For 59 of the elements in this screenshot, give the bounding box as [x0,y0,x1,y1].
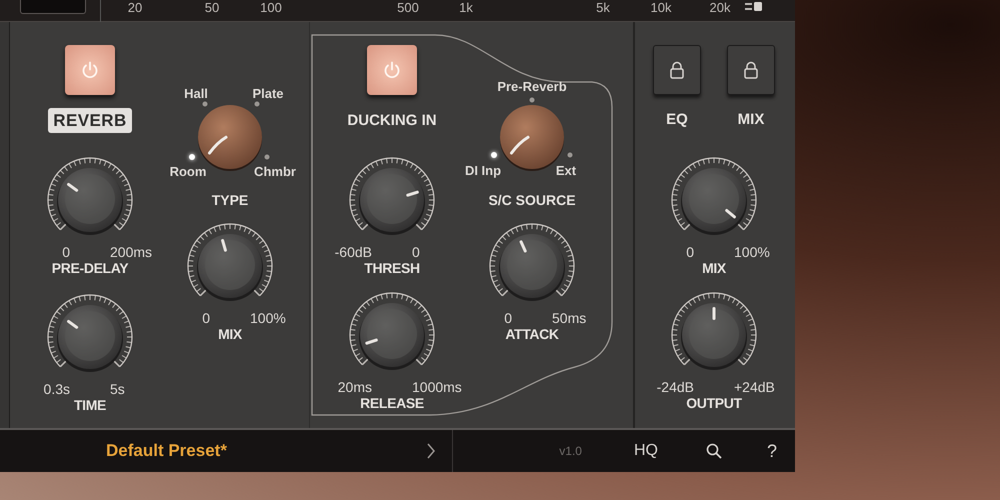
section-title: REVERB [48,108,132,133]
scale-min-label: 0 [202,310,210,326]
option-label: Chmbr [254,164,296,180]
scale-max-label: 50ms [552,310,586,326]
scale-min-label: 0 [686,244,694,260]
scale-min-label: 0 [504,310,512,326]
knob-label: MIX [218,326,242,342]
scale-max-label: 1000ms [412,379,462,395]
frequency-label: 100 [260,0,282,16]
knob-label: PRE-DELAY [52,260,128,276]
lock-label: MIX [738,110,764,130]
hq-button[interactable]: HQ [634,439,658,463]
frequency-label: 5k [596,0,610,16]
option-label: Pre-Reverb [497,79,567,95]
scale-min-label: -60dB [334,244,372,260]
frequency-label: 50 [204,0,220,16]
option-label: Ext [556,163,576,179]
value-display [20,0,86,14]
selector-label: TYPE [212,192,248,208]
lock-button[interactable] [727,45,775,95]
knob-label: OUTPUT [686,395,742,411]
lock-icon [669,61,685,79]
lock-label: EQ [666,110,688,130]
option-label: Hall [184,86,208,102]
scale-max-label: 100% [734,244,770,260]
knob-label: RELEASE [360,395,424,411]
scale-max-label: +24dB [734,379,775,395]
scale-min-label: 20ms [338,379,372,395]
scale-min-label: 0 [62,244,70,260]
power-icon [382,60,402,80]
option-label: Plate [252,86,284,102]
frequency-label: 20 [128,0,142,16]
lock-button[interactable] [653,45,701,95]
lock-icon [743,61,759,79]
scale-max-label: 5s [110,381,125,397]
view-toggle-icon[interactable] [745,1,763,13]
power-icon [80,60,100,80]
scale-max-label: 0 [412,244,420,260]
selector-label: S/C SOURCE [488,192,576,208]
scale-min-label: 0.3s [44,381,70,397]
help-button[interactable]: ? [766,438,777,464]
knob-label: THRESH [364,260,420,276]
preset-name: Default Preset* [106,441,227,461]
next-preset-icon[interactable] [426,443,436,459]
version-label: v1.0 [559,443,582,460]
scale-max-label: 100% [250,310,286,326]
section-title: DUCKING IN [347,111,437,131]
scale-max-label: 200ms [110,244,152,260]
search-icon[interactable] [706,443,722,459]
frequency-label: 1k [459,0,473,16]
option-label: DI Inp [464,163,502,179]
frequency-label: 500 [397,0,419,16]
frequency-label: 10k [650,0,672,16]
option-label: Room [170,164,206,180]
frequency-label: 20k [710,0,730,16]
knob-label: MIX [702,260,726,276]
knob-label: ATTACK [505,326,559,342]
knob-label: TIME [74,397,106,413]
scale-min-label: -24dB [656,379,694,395]
